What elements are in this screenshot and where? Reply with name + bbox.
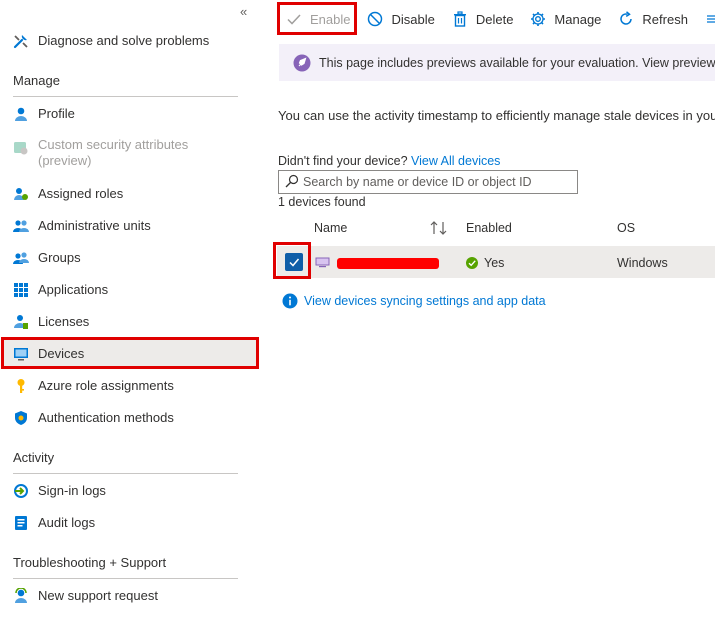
support-icon (12, 587, 30, 605)
sign-in-logs-icon (12, 482, 30, 500)
os-value: Windows (617, 256, 668, 270)
enabled-value: Yes (484, 256, 505, 270)
sidebar-item-label: Custom security attributes (preview) (38, 137, 189, 168)
sidebar-item-label: Profile (38, 106, 75, 121)
info-icon (282, 293, 298, 309)
find-device-row: Didn't find your device? View All device… (278, 154, 500, 168)
sidebar-item-diagnose[interactable]: Diagnose and solve problems (4, 26, 258, 56)
sidebar-item-label: Diagnose and solve problems (38, 33, 210, 48)
sidebar-item-label: Groups (38, 250, 81, 265)
sidebar-item-label: Administrative units (38, 218, 151, 233)
sidebar-item-groups[interactable]: Groups (4, 243, 258, 273)
redacted-device-name (337, 258, 439, 269)
banner-text[interactable]: This page includes previews available fo… (319, 56, 715, 70)
checkmark-icon (285, 10, 303, 28)
sidebar-item-profile[interactable]: Profile (4, 99, 258, 129)
groups-icon (12, 249, 30, 267)
refresh-icon (617, 10, 635, 28)
device-icon (315, 256, 331, 271)
admin-units-icon (12, 217, 30, 235)
shield-icon (12, 409, 30, 427)
sidebar-item-label: Azure role assignments (38, 378, 174, 393)
list-icon (702, 10, 715, 28)
sidebar-item-audit-logs[interactable]: Audit logs (4, 508, 258, 538)
rocket-icon (293, 54, 311, 72)
sidebar-item-label: Applications (38, 282, 109, 297)
sidebar-item-label: New support request (38, 588, 158, 603)
licenses-icon (12, 313, 30, 331)
disable-label: Disable (391, 11, 435, 27)
wrench-icon (12, 32, 30, 50)
key-icon (12, 377, 30, 395)
trash-icon (451, 10, 469, 28)
section-header-activity: Activity (13, 450, 55, 465)
manage-label: Manage (554, 11, 602, 27)
sidebar-item-label: Assigned roles (38, 186, 124, 201)
assigned-roles-icon (12, 185, 30, 203)
section-header-manage: Manage (13, 73, 60, 88)
search-box[interactable] (278, 170, 578, 194)
sidebar-item-licenses[interactable]: Licenses (4, 307, 258, 337)
divider (13, 473, 238, 474)
search-input[interactable] (303, 175, 573, 189)
audit-logs-icon (12, 514, 30, 532)
success-check-icon (466, 257, 478, 269)
collapse-sidebar-button[interactable]: « (240, 4, 247, 19)
row-checkbox[interactable] (285, 253, 303, 271)
view-sync-settings-link[interactable]: View devices syncing settings and app da… (282, 293, 546, 309)
enabled-cell: Yes (466, 256, 504, 270)
refresh-label: Refresh (642, 11, 688, 27)
delete-label: Delete (475, 11, 514, 27)
sidebar-item-applications[interactable]: Applications (4, 275, 258, 305)
sidebar: « Diagnose and solve problems Manage Pro… (0, 0, 262, 624)
profile-icon (12, 105, 30, 123)
find-device-prompt: Didn't find your device? (278, 154, 408, 168)
devices-icon (12, 345, 30, 363)
sidebar-item-authentication-methods[interactable]: Authentication methods (4, 403, 258, 433)
sync-link-label: View devices syncing settings and app da… (304, 294, 546, 308)
device-name-cell[interactable] (315, 256, 439, 271)
block-icon (366, 10, 384, 28)
applications-icon (12, 281, 30, 299)
os-cell: Windows (617, 256, 668, 270)
sidebar-item-administrative-units[interactable]: Administrative units (4, 211, 258, 241)
info-text: You can use the activity timestamp to ef… (278, 108, 715, 123)
command-bar: Enable Disable Delete Manage Refresh (277, 0, 715, 38)
sidebar-item-custom-security-attributes[interactable]: Custom security attributes (preview) (4, 134, 258, 174)
column-header-enabled[interactable]: Enabled (466, 221, 512, 235)
sidebar-item-label: Sign-in logs (38, 483, 106, 498)
view-all-devices-link[interactable]: View All devices (411, 154, 500, 168)
disable-button[interactable]: Disable (358, 4, 442, 34)
sidebar-item-new-support-request[interactable]: New support request (4, 581, 258, 611)
sidebar-item-label: Devices (38, 346, 85, 361)
sidebar-item-label: Audit logs (38, 515, 96, 530)
gear-icon (529, 10, 547, 28)
sidebar-item-assigned-roles[interactable]: Assigned roles (4, 179, 258, 209)
sidebar-item-label: Authentication methods (38, 410, 174, 425)
search-icon (285, 174, 299, 191)
section-header-troubleshooting: Troubleshooting + Support (13, 555, 167, 570)
column-header-os[interactable]: OS (617, 221, 635, 235)
column-header-name[interactable]: Name (314, 221, 347, 235)
devices-found-count: 1 devices found (278, 195, 366, 209)
delete-button[interactable]: Delete (443, 4, 522, 34)
enable-button[interactable]: Enable (277, 4, 358, 34)
custom-attributes-icon (12, 139, 30, 157)
sidebar-item-azure-role-assignments[interactable]: Azure role assignments (4, 371, 258, 401)
preview-banner: This page includes previews available fo… (279, 44, 715, 81)
sidebar-item-label: Licenses (38, 314, 90, 329)
divider (13, 578, 238, 579)
refresh-button[interactable]: Refresh (609, 4, 696, 34)
sidebar-item-sign-in-logs[interactable]: Sign-in logs (4, 476, 258, 506)
enable-label: Enable (310, 11, 351, 27)
divider (13, 96, 238, 97)
manage-button[interactable]: Manage (521, 4, 609, 34)
sidebar-item-devices[interactable]: Devices (4, 339, 258, 369)
sort-icon[interactable] (430, 220, 448, 239)
more-columns-button[interactable] (696, 4, 715, 34)
